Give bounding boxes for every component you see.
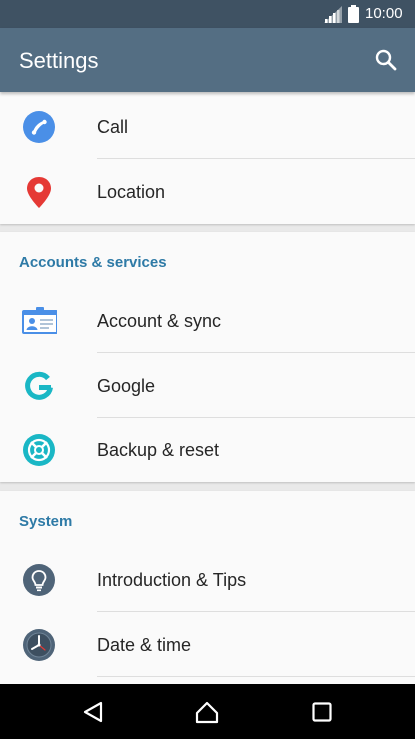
settings-item-label: Location — [97, 182, 166, 202]
settings-item-label: Introduction & Tips — [97, 570, 247, 590]
system-card: System Introduction & Tips Date & time — [0, 491, 415, 684]
settings-item-backup-reset[interactable]: Backup & reset — [0, 417, 415, 482]
clock-icon — [23, 629, 55, 661]
settings-item-account-sync[interactable]: Account & sync — [0, 288, 415, 353]
google-icon — [25, 371, 53, 400]
signal-icon — [324, 6, 342, 23]
settings-item-label: Date & time — [97, 635, 192, 655]
status-clock: 10:00 — [365, 5, 403, 22]
settings-card-top: Call Location — [0, 92, 415, 224]
divider — [97, 676, 415, 677]
settings-item-label: Backup & reset — [97, 440, 220, 460]
back-icon[interactable] — [81, 700, 105, 724]
account-card-icon — [22, 307, 57, 334]
settings-item-intro-tips[interactable]: Introduction & Tips — [0, 547, 415, 612]
location-pin-icon — [27, 177, 51, 208]
phone-icon — [23, 111, 55, 143]
settings-item-label: Account & sync — [97, 311, 222, 331]
backup-reset-icon — [23, 434, 55, 466]
navigation-bar — [0, 684, 415, 739]
lightbulb-icon — [23, 564, 55, 596]
settings-item-label: Google — [97, 376, 156, 396]
section-header-accounts: Accounts & services — [19, 254, 167, 271]
page-title: Settings — [19, 48, 99, 73]
settings-item-call[interactable]: Call — [0, 94, 415, 159]
accounts-services-card: Accounts & services Account & sync Googl… — [0, 232, 415, 482]
recent-apps-icon[interactable] — [310, 700, 334, 724]
settings-item-google[interactable]: Google — [0, 353, 415, 418]
battery-icon — [348, 5, 359, 23]
section-header-system: System — [19, 513, 73, 530]
settings-item-location[interactable]: Location — [0, 159, 415, 224]
status-bar: 10:00 — [0, 0, 415, 28]
app-bar: Settings — [0, 28, 415, 92]
search-icon[interactable] — [374, 48, 398, 72]
settings-item-date-time[interactable]: Date & time — [0, 612, 415, 677]
home-icon[interactable] — [195, 700, 219, 724]
settings-item-label: Call — [97, 117, 129, 137]
